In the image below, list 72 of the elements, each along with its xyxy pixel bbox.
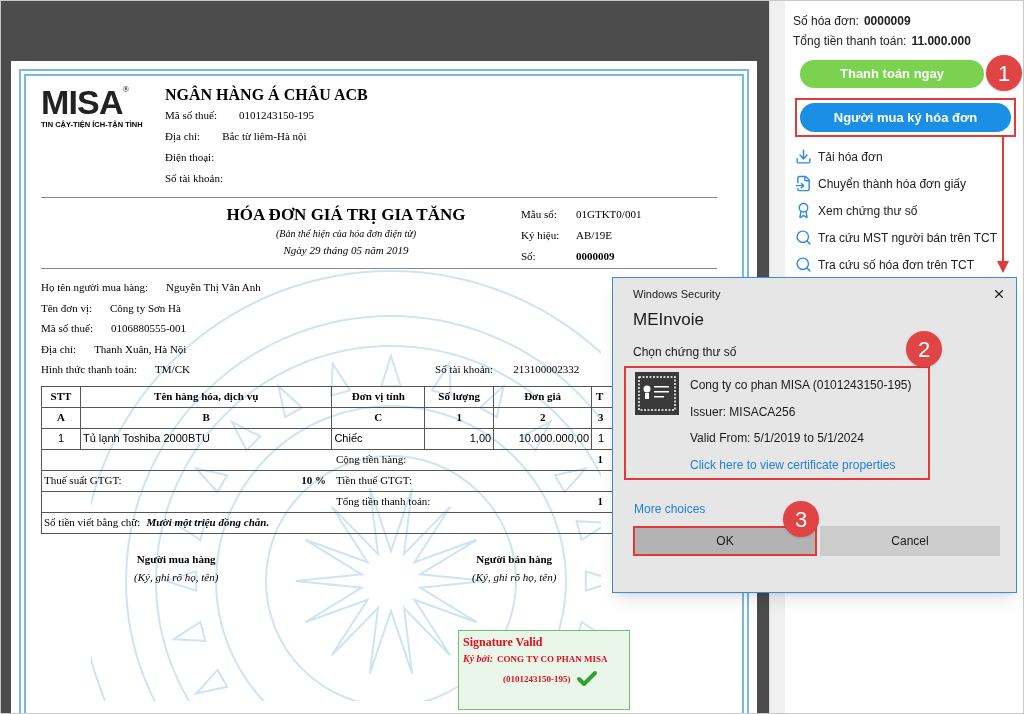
seller-name: NGÂN HÀNG Á CHÂU ACB [165,85,368,105]
field-label: Mã số thuế: [165,108,217,124]
table-cell: 1,00 [424,428,494,449]
table-cell: B [80,407,332,428]
field-label: Địa chỉ: [165,129,201,145]
certificate-issuer: Issuer: MISACA256 [690,403,797,421]
field-value: Bắc từ liêm-Hà nội [222,129,307,145]
signer-id: (0101243150-195) [503,672,571,686]
summary-label: Tổng tiền thanh toán: [335,495,431,508]
field-value: 0101243150-195 [238,108,315,124]
summary-label: Tiền thuế GTGT: [335,474,412,487]
table-cell: C [331,407,425,428]
column-header: Tên hàng hóa, dịch vụ [80,386,332,407]
table-cell: 10.000.000,00 [493,428,592,449]
meta-value: 0000009 [576,249,615,265]
field-label: Điện thoại: [165,150,215,166]
amount-words-label: Số tiền viết bằng chữ: [44,516,141,529]
signer-name: CONG TY CO PHAN MISA [497,652,608,666]
meta-value: AB/19E [576,228,613,244]
certificate-name: Cong ty co phan MISA (0101243150-195) [690,377,912,395]
meta-value: 01GTKT0/001 [576,207,642,223]
buyer-value: Thanh Xuân, Hà Nội [94,341,188,357]
summary-label: Cộng tiền hàng: [335,453,407,466]
signature-title: Người mua hàng [136,551,216,567]
invoice-title: HÓA ĐƠN GIÁ TRỊ GIA TĂNG [226,204,466,226]
buyer-value: TM/CK [155,362,191,377]
invoice-number-label: Số hóa đơn: [793,13,859,30]
buyer-label: Hình thức thanh toán: [41,362,138,377]
summary-value: 1 [597,495,604,508]
invoice-number: 0000009 [863,13,911,30]
table-cell: Tủ lạnh Toshiba 2000BTU [80,428,332,449]
table-cell: Chiếc [331,428,425,449]
certificate-validity: Valid From: 5/1/2019 to 5/1/2024 [690,430,865,448]
invoice-subtitle: (Bản thể hiện của hóa đơn điện tử) [276,227,416,241]
amount-words-value: Mười một triệu đồng chẵn. [146,516,270,529]
buyer-value: Nguyễn Thị Vân Anh [166,280,262,295]
prompt-text: Chọn chứng thư số [633,344,737,361]
meta-label: Ký hiệu: [521,228,561,244]
signature-hint: (Ký, ghi rõ họ, tên) [472,569,557,585]
buyer-value: 0106880555-001 [110,321,188,336]
registered-mark: ® [122,85,130,94]
column-header: Đơn vị tính [331,386,425,407]
column-header: Số lượng [424,386,494,407]
account-value: 213100002332 [513,362,580,377]
signature-title: Người bán hàng [476,551,553,567]
invoice-date: Ngày 29 tháng 05 năm 2019 [283,243,409,258]
tax-rate: 10 % [301,473,326,489]
table-cell: A [41,407,81,428]
table-cell: 1 [41,428,81,449]
meta-label: Mẫu số: [521,207,558,223]
buyer-label: Họ tên người mua hàng: [41,280,149,295]
total-label: Tổng tiền thanh toán: [793,33,907,50]
buyer-value: Công ty Sơn Hà [110,300,182,316]
table-cell: 2 [493,407,592,428]
signature-status: Signature Valid [463,633,544,651]
window-title: Windows Security [633,286,721,302]
column-header: Đơn giá [493,386,592,407]
meta-label: Số: [521,249,537,265]
signature-hint: (Ký, ghi rõ họ, tên) [134,569,219,585]
tax-rate-label: Thuế suất GTGT: [44,473,122,489]
table-cell: 1 [424,407,494,428]
app-name: MEInvoie [632,309,705,332]
account-label: Số tài khoản: [435,362,494,377]
buyer-label: Tên đơn vị: [41,300,93,316]
signed-by-label: Ký bởi: [463,651,494,666]
buyer-label: Mã số thuế: [41,321,93,336]
logo-wordmark: MISA [41,85,123,119]
buyer-label: Địa chỉ: [41,341,77,357]
column-header: STT [41,386,81,407]
total-amount: 11.000.000 [911,33,971,50]
summary-value: 1 [597,453,604,466]
field-label: Số tài khoản: [165,171,224,187]
